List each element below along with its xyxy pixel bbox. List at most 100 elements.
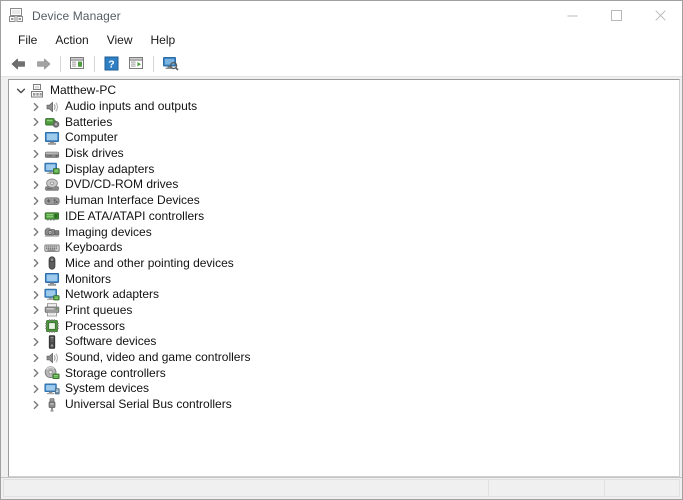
chevron-right-icon[interactable] — [29, 398, 42, 411]
gamepad-icon — [44, 193, 60, 209]
chevron-right-icon[interactable] — [29, 194, 42, 207]
tree-node-label: Network adapters — [65, 287, 160, 302]
toolbar: ? — [1, 51, 682, 77]
display-adapter-icon — [44, 161, 60, 177]
tree-node-label: Storage controllers — [65, 365, 166, 380]
forward-button[interactable] — [31, 53, 55, 75]
chevron-right-icon[interactable] — [29, 163, 42, 176]
chevron-right-icon[interactable] — [29, 320, 42, 333]
tree-row[interactable]: Network adapters — [9, 287, 679, 303]
tree-row[interactable]: Display adapters — [9, 161, 679, 177]
chevron-right-icon[interactable] — [29, 210, 42, 223]
tree-row[interactable]: Monitors — [9, 271, 679, 287]
chevron-right-icon[interactable] — [29, 131, 42, 144]
tree-row[interactable]: Batteries — [9, 114, 679, 130]
tree-node-label: Mice and other pointing devices — [65, 255, 234, 270]
tree-row[interactable]: System devices — [9, 381, 679, 397]
software-device-icon — [44, 334, 60, 350]
tree-row[interactable]: Mice and other pointing devices — [9, 256, 679, 272]
tree-row[interactable]: Software devices — [9, 334, 679, 350]
keyboard-icon — [44, 240, 60, 256]
printer-icon — [44, 302, 60, 318]
tree-row[interactable]: DVD/CD-ROM drives — [9, 177, 679, 193]
tree-row[interactable]: Processors — [9, 318, 679, 334]
maximize-button[interactable] — [594, 1, 638, 30]
battery-icon — [44, 114, 60, 130]
tree-node-label: Keyboards — [65, 240, 123, 255]
window-title: Device Manager — [32, 8, 121, 23]
tree-node-label: Sound, video and game controllers — [65, 350, 251, 365]
chevron-right-icon[interactable] — [29, 351, 42, 364]
toolbar-separator-3 — [153, 55, 154, 72]
mouse-icon — [44, 255, 60, 271]
menu-help[interactable]: Help — [142, 30, 185, 51]
chevron-right-icon[interactable] — [29, 382, 42, 395]
chevron-right-icon[interactable] — [29, 116, 42, 129]
back-button[interactable] — [6, 53, 30, 75]
tree-row[interactable]: IDE ATA/ATAPI controllers — [9, 209, 679, 225]
system-device-icon — [44, 381, 60, 397]
chevron-right-icon[interactable] — [29, 304, 42, 317]
tree-node-label: Universal Serial Bus controllers — [65, 397, 232, 412]
tree-row[interactable]: Print queues — [9, 303, 679, 319]
status-message — [3, 479, 489, 497]
chevron-right-icon[interactable] — [29, 241, 42, 254]
properties-icon — [128, 56, 144, 71]
tree-node-label: Print queues — [65, 302, 133, 317]
usb-icon — [44, 397, 60, 413]
menu-action[interactable]: Action — [46, 30, 97, 51]
console-tree-pane[interactable]: Matthew-PC Audio inputs and outputs Batte… — [8, 79, 680, 477]
status-tertiary — [604, 479, 680, 497]
show-console-tree-button[interactable] — [65, 53, 89, 75]
tree-row[interactable]: Audio inputs and outputs — [9, 99, 679, 115]
computer-root-icon — [29, 83, 45, 99]
tree-node-label: Human Interface Devices — [65, 193, 200, 208]
scan-for-hardware-changes-button[interactable] — [158, 53, 182, 75]
menu-bar: File Action View Help — [1, 30, 682, 51]
tree-row[interactable]: Imaging devices — [9, 224, 679, 240]
tree-node-label: Batteries — [65, 114, 113, 129]
chevron-right-icon[interactable] — [29, 367, 42, 380]
chevron-down-icon[interactable] — [14, 84, 27, 97]
chevron-right-icon[interactable] — [29, 288, 42, 301]
minimize-button[interactable] — [550, 1, 594, 30]
tree-node-label: Processors — [65, 318, 126, 333]
tree-node-label: Display adapters — [65, 161, 155, 176]
ide-controller-icon — [44, 208, 60, 224]
chevron-right-icon[interactable] — [29, 226, 42, 239]
tree-row[interactable]: Sound, video and game controllers — [9, 350, 679, 366]
device-manager-window: Device Manager File Action View Help ? M… — [0, 0, 683, 500]
chevron-right-icon[interactable] — [29, 147, 42, 160]
tree-row[interactable]: Universal Serial Bus controllers — [9, 397, 679, 413]
show-console-tree-icon — [69, 56, 85, 71]
window-controls — [550, 1, 682, 30]
menu-view[interactable]: View — [98, 30, 142, 51]
close-button[interactable] — [638, 1, 682, 30]
title-bar[interactable]: Device Manager — [1, 1, 682, 30]
chevron-right-icon[interactable] — [29, 178, 42, 191]
chevron-right-icon[interactable] — [29, 273, 42, 286]
tree-row[interactable]: Disk drives — [9, 146, 679, 162]
tree-row-root[interactable]: Matthew-PC — [9, 83, 679, 99]
chevron-right-icon[interactable] — [29, 100, 42, 113]
chevron-right-icon[interactable] — [29, 257, 42, 270]
status-bar — [1, 477, 682, 499]
tree-row[interactable]: Keyboards — [9, 240, 679, 256]
tree-node-label: Computer — [65, 130, 118, 145]
disk-drive-icon — [44, 146, 60, 162]
speaker-icon — [44, 99, 60, 115]
forward-arrow-icon — [35, 57, 52, 71]
content-area: Matthew-PC Audio inputs and outputs Batte… — [1, 77, 682, 477]
tree-node-label: Software devices — [65, 334, 157, 349]
chevron-right-icon[interactable] — [29, 335, 42, 348]
device-manager-icon — [8, 7, 24, 23]
tree-row[interactable]: Storage controllers — [9, 365, 679, 381]
tree-row[interactable]: Computer — [9, 130, 679, 146]
help-button[interactable]: ? — [99, 53, 123, 75]
speaker-icon — [44, 350, 60, 366]
tree-row[interactable]: Human Interface Devices — [9, 193, 679, 209]
scan-for-hardware-changes-icon — [162, 56, 179, 71]
back-arrow-icon — [10, 57, 27, 71]
menu-file[interactable]: File — [9, 30, 46, 51]
properties-button[interactable] — [124, 53, 148, 75]
